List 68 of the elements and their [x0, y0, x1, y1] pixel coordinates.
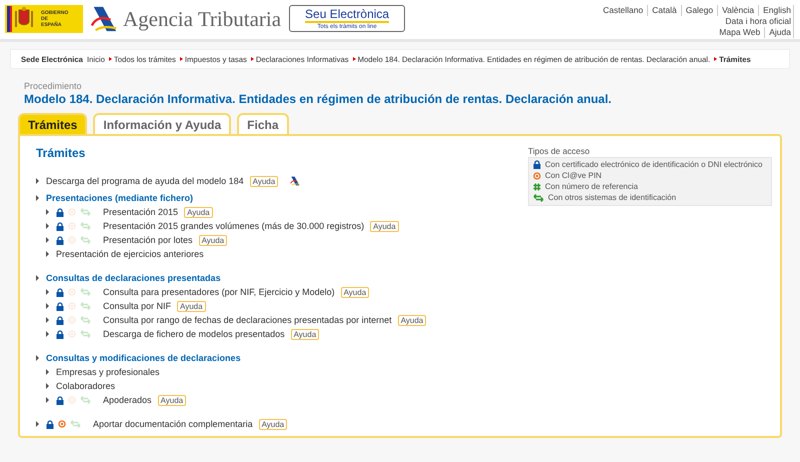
legend-label: Con certificado electrónico de identificación o DNI electrónico: [545, 160, 762, 169]
procedure-link[interactable]: Consulta para presentadores (por NIF, Ejercicio y Modelo): [103, 287, 335, 297]
caret-icon: [36, 275, 39, 281]
help-link[interactable]: Ayuda: [184, 206, 213, 218]
procedure-link[interactable]: Apoderados: [103, 395, 152, 405]
procedure-link[interactable]: Colaboradores: [56, 381, 116, 391]
help-link[interactable]: Ayuda: [158, 394, 186, 406]
help-link[interactable]: Ayuda: [250, 176, 278, 186]
help-link[interactable]: Ayuda: [370, 220, 399, 232]
caret-icon: [46, 317, 49, 323]
caret-icon: [46, 369, 49, 375]
hash-icon: [533, 182, 541, 190]
procedure-link[interactable]: Descarga del programa de ayuda del modelo 184: [46, 176, 244, 186]
header-link[interactable]: Mapa Web: [715, 27, 766, 38]
target-icon: [533, 172, 541, 180]
agency-logo-icon: [89, 5, 119, 33]
help-link[interactable]: Ayuda: [398, 314, 426, 326]
header-link[interactable]: Ajuda: [765, 27, 794, 38]
procedure-link[interactable]: Consulta por NIF: [103, 301, 172, 311]
legend-label: Con otros sistemas de identificación: [548, 193, 676, 202]
help-link[interactable]: Ayuda: [340, 286, 370, 298]
caret-icon: [46, 237, 49, 243]
group-link[interactable]: Presentaciones (mediante fichero): [46, 193, 194, 203]
legend-label: Con Cl@ve PIN: [545, 171, 602, 180]
language-link[interactable]: Català: [648, 5, 682, 16]
language-link[interactable]: València: [718, 5, 760, 16]
caret-icon: [46, 331, 49, 337]
legend-title: Tipos de acceso: [528, 146, 591, 157]
caret-icon: [46, 289, 49, 295]
language-link[interactable]: Castellano: [598, 5, 648, 16]
exchange-arrows-icon: [533, 194, 544, 202]
help-link[interactable]: Ayuda: [258, 418, 288, 430]
language-link[interactable]: Galego: [682, 5, 718, 16]
caret-icon: [46, 303, 49, 309]
legend-label: Con número de referencia: [545, 182, 638, 191]
language-link[interactable]: English: [759, 5, 794, 16]
tab[interactable]: Trámites: [18, 113, 88, 134]
group-link[interactable]: Consultas de declaraciones presentadas: [46, 273, 221, 283]
tab[interactable]: Ficha: [237, 113, 288, 134]
caret-icon: [46, 397, 49, 403]
page-title: Modelo 184. Declaración Informativa. Entidades en régimen de atribución de rentas. Declaración anual.: [24, 92, 613, 107]
caret-icon: [36, 178, 39, 184]
caret-icon: [36, 421, 39, 427]
help-link[interactable]: Ayuda: [177, 300, 206, 312]
tab[interactable]: Información y Ayuda: [93, 113, 232, 134]
section-title: Trámites: [36, 146, 86, 160]
procedure-link[interactable]: Presentación 2015: [103, 207, 178, 217]
caret-icon: [36, 195, 39, 201]
procedure-link[interactable]: Descarga de fichero de modelos presentados: [103, 329, 285, 339]
caret-icon: [46, 383, 49, 389]
procedure-link[interactable]: Consulta por rango de fechas de declaraciones presentadas por internet: [103, 315, 392, 325]
procedure-link[interactable]: Presentación por lotes: [103, 235, 193, 245]
procedure-label: Procedimiento: [24, 81, 83, 92]
procedure-link[interactable]: Presentación de ejercicios anteriores: [56, 249, 204, 259]
header-link[interactable]: Data i hora oficial: [721, 16, 794, 27]
caret-icon: [36, 355, 39, 361]
procedure-link[interactable]: Presentación 2015 grandes volúmenes (más de 30.000 registros): [103, 221, 364, 231]
group-link[interactable]: Consultas y modificaciones de declaraciones: [46, 353, 241, 363]
help-link[interactable]: Ayuda: [198, 234, 228, 246]
caret-icon: [46, 251, 49, 257]
procedure-link[interactable]: Empresas y profesionales: [56, 367, 160, 377]
agency-logo-icon: [290, 176, 300, 186]
procedure-link[interactable]: Aportar documentación complementaria: [93, 419, 253, 429]
caret-icon: [46, 223, 49, 229]
lock-icon: [533, 160, 541, 169]
help-link[interactable]: Ayuda: [290, 328, 320, 340]
agency-name: Agencia Tributaria: [123, 6, 282, 32]
caret-icon: [46, 209, 49, 215]
